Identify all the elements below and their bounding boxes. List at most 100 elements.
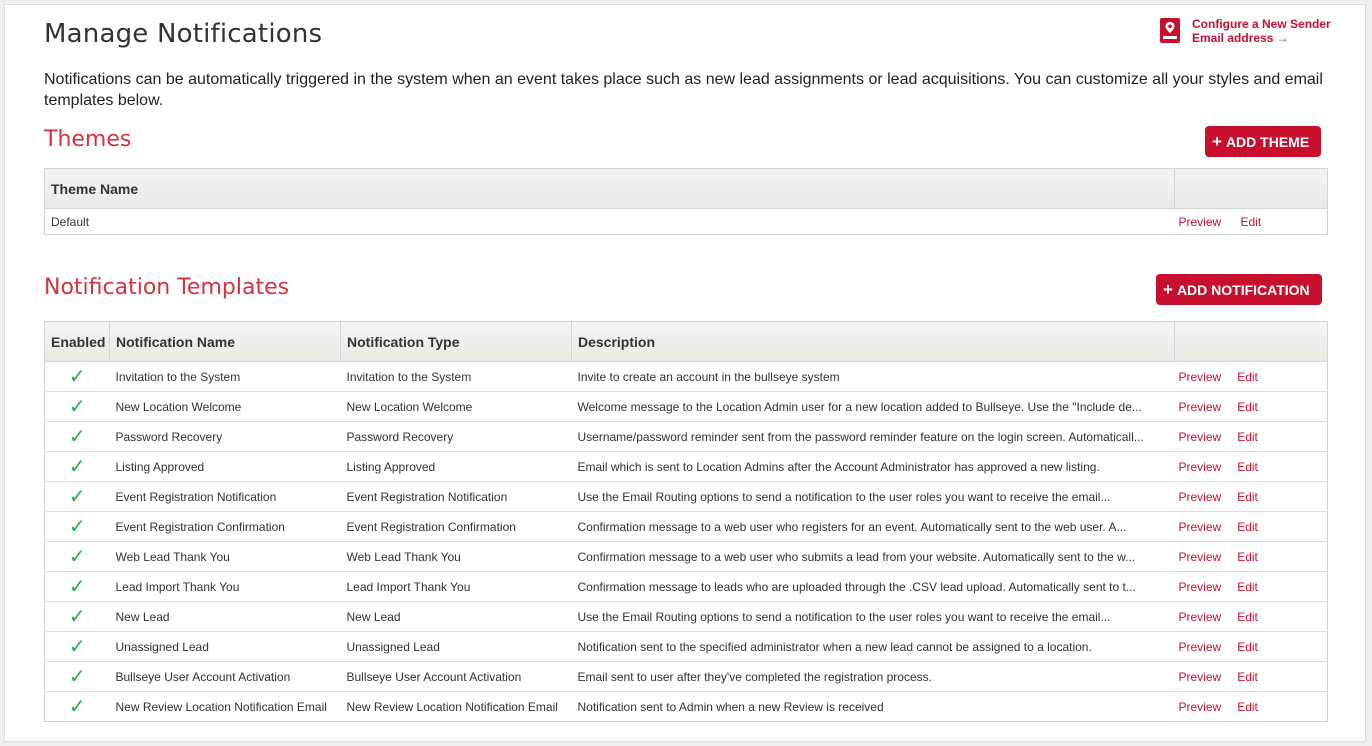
configure-sender-label: Configure a New Sender Email address → <box>1192 17 1331 45</box>
preview-link[interactable]: Preview <box>1179 490 1222 504</box>
notification-description: Use the Email Routing options to send a … <box>571 601 1175 632</box>
row-actions: Preview Edit <box>1174 451 1328 482</box>
table-row: ✓ Bullseye User Account Activation Bullsey… <box>44 661 1328 692</box>
notification-templates-title: Notification Templates <box>44 275 290 300</box>
checkmark-icon: ✓ <box>68 455 86 478</box>
preview-link[interactable]: Preview <box>1179 430 1222 444</box>
table-row: ✓ New Lead New Lead Use the Email Routing o… <box>44 601 1328 632</box>
notification-type: Web Lead Thank You <box>340 541 572 572</box>
theme-name: Default <box>44 208 1175 235</box>
preview-link[interactable]: Preview <box>1179 520 1222 534</box>
edit-link[interactable]: Edit <box>1237 460 1258 474</box>
notification-templates-table: Enabled Notification Name Notification T… <box>44 321 1328 722</box>
configure-sender-link[interactable]: Configure a New Sender Email address → <box>1159 17 1359 51</box>
checkmark-icon: ✓ <box>68 575 86 598</box>
notification-type: Event Registration Notification <box>340 481 572 512</box>
add-theme-button[interactable]: + ADD THEME <box>1205 126 1322 157</box>
notification-name: Event Registration Confirmation <box>109 511 341 542</box>
notification-type: Bullseye User Account Activation <box>340 661 572 692</box>
theme-name-header: Theme Name <box>44 168 1175 209</box>
notification-name: Bullseye User Account Activation <box>109 661 341 692</box>
notification-name: Web Lead Thank You <box>109 541 341 572</box>
plus-icon: + <box>1163 279 1173 299</box>
enabled-cell: ✓ <box>44 691 110 722</box>
row-actions: Preview Edit <box>1174 481 1328 512</box>
edit-link[interactable]: Edit <box>1237 520 1258 534</box>
edit-link[interactable]: Edit <box>1237 670 1258 684</box>
notification-name: Password Recovery <box>109 421 341 452</box>
edit-link[interactable]: Edit <box>1237 400 1258 414</box>
table-row: ✓ Event Registration Notification Event Re… <box>44 481 1328 512</box>
preview-link[interactable]: Preview <box>1179 215 1222 229</box>
row-actions: Preview Edit <box>1174 361 1328 392</box>
templates-body: ✓ Invitation to the System Invitation to t… <box>44 361 1328 722</box>
edit-link[interactable]: Edit <box>1237 370 1258 384</box>
preview-link[interactable]: Preview <box>1179 670 1222 684</box>
edit-link[interactable]: Edit <box>1237 550 1258 564</box>
table-row: ✓ Web Lead Thank You Web Lead Thank You Con… <box>44 541 1328 572</box>
preview-link[interactable]: Preview <box>1179 610 1222 624</box>
table-row: ✓ New Review Location Notification Email N… <box>44 691 1328 722</box>
edit-link[interactable]: Edit <box>1237 490 1258 504</box>
configure-sender-line2: Email address → <box>1192 31 1289 45</box>
enabled-cell: ✓ <box>44 421 110 452</box>
notification-name: Listing Approved <box>109 451 341 482</box>
row-actions: Preview Edit <box>1174 631 1328 662</box>
enabled-cell: ✓ <box>44 541 110 572</box>
notification-name: Unassigned Lead <box>109 631 341 662</box>
row-actions: Preview Edit <box>1174 571 1328 602</box>
preview-link[interactable]: Preview <box>1179 550 1222 564</box>
edit-link[interactable]: Edit <box>1237 430 1258 444</box>
enabled-cell: ✓ <box>44 391 110 422</box>
checkmark-icon: ✓ <box>68 425 86 448</box>
theme-actions-header <box>1174 168 1328 209</box>
notification-name: Invitation to the System <box>109 361 341 392</box>
notification-description: Confirmation message to leads who are up… <box>571 571 1175 602</box>
edit-link[interactable]: Edit <box>1241 215 1262 229</box>
checkmark-icon: ✓ <box>68 395 86 418</box>
checkmark-icon: ✓ <box>68 485 86 508</box>
page-title: Manage Notifications <box>44 19 323 49</box>
notification-description: Invite to create an account in the bulls… <box>571 361 1175 392</box>
preview-link[interactable]: Preview <box>1179 580 1222 594</box>
enabled-cell: ✓ <box>44 511 110 542</box>
table-row: ✓ Password Recovery Password Recovery Usern… <box>44 421 1328 452</box>
enabled-header: Enabled <box>44 321 110 362</box>
preview-link[interactable]: Preview <box>1179 370 1222 384</box>
notification-description: Use the Email Routing options to send a … <box>571 481 1175 512</box>
add-notification-label: ADD NOTIFICATION <box>1176 281 1310 298</box>
checkmark-icon: ✓ <box>68 605 86 628</box>
enabled-cell: ✓ <box>44 451 110 482</box>
table-row: ✓ New Location Welcome New Location Welcom… <box>44 391 1328 422</box>
preview-link[interactable]: Preview <box>1179 700 1222 714</box>
notification-name: New Lead <box>109 601 341 632</box>
notification-name: New Review Location Notification Email <box>109 691 341 722</box>
description-header: Description <box>571 321 1175 362</box>
preview-link[interactable]: Preview <box>1179 460 1222 474</box>
intro-text: Notifications can be automatically trigg… <box>44 71 1323 109</box>
theme-actions: Preview Edit <box>1174 208 1328 235</box>
content-panel: Manage Notifications Configure a New Sen… <box>4 4 1366 742</box>
notification-type-header: Notification Type <box>340 321 572 362</box>
preview-link[interactable]: Preview <box>1179 640 1222 654</box>
checkmark-icon: ✓ <box>68 665 86 688</box>
preview-link[interactable]: Preview <box>1179 400 1222 414</box>
table-row: Default Preview Edit <box>44 208 1328 235</box>
edit-link[interactable]: Edit <box>1237 700 1258 714</box>
add-theme-label: ADD THEME <box>1225 133 1310 150</box>
table-row: ✓ Unassigned Lead Unassigned Lead Notificat… <box>44 631 1328 662</box>
enabled-cell: ✓ <box>44 361 110 392</box>
row-actions: Preview Edit <box>1174 661 1328 692</box>
edit-link[interactable]: Edit <box>1237 610 1258 624</box>
notification-description: Notification sent to the specified admin… <box>571 631 1175 662</box>
notification-type: Password Recovery <box>340 421 572 452</box>
notification-type: New Location Welcome <box>340 391 572 422</box>
notification-type: New Review Location Notification Email <box>340 691 572 722</box>
add-notification-button[interactable]: + ADD NOTIFICATION <box>1156 274 1322 305</box>
notification-type: Unassigned Lead <box>340 631 572 662</box>
row-actions: Preview Edit <box>1174 601 1328 632</box>
edit-link[interactable]: Edit <box>1237 640 1258 654</box>
edit-link[interactable]: Edit <box>1237 580 1258 594</box>
notification-name: Event Registration Notification <box>109 481 341 512</box>
checkmark-icon: ✓ <box>68 635 86 658</box>
